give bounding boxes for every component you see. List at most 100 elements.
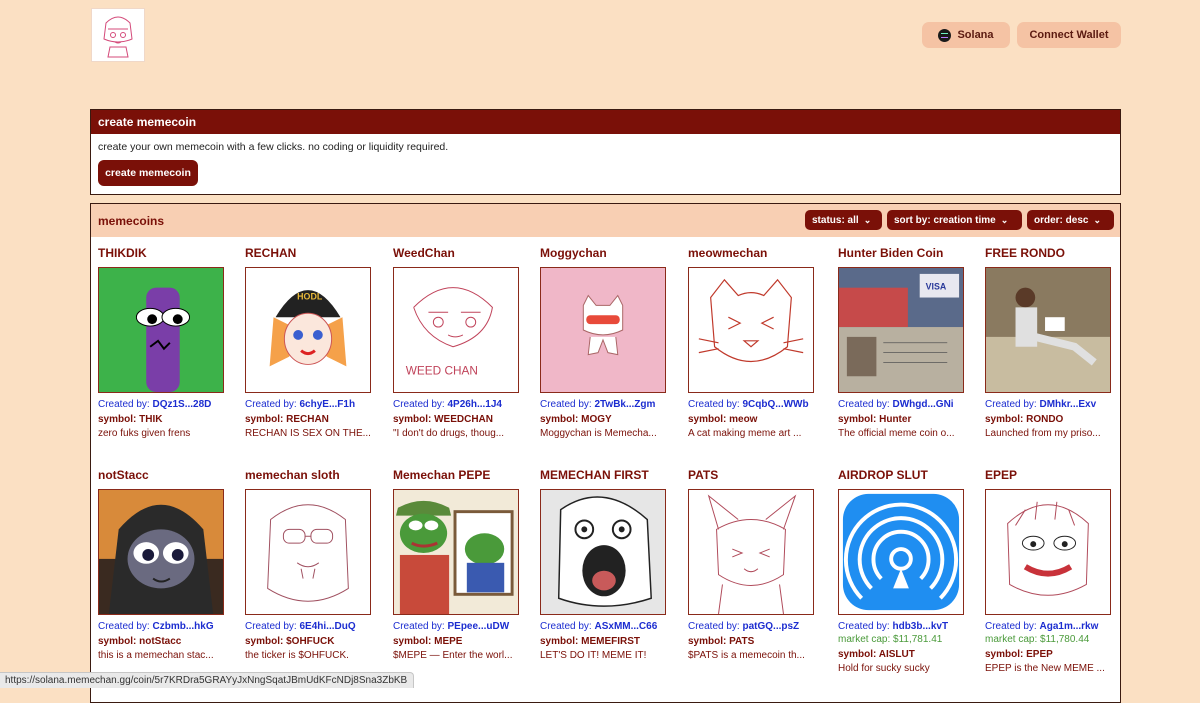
coin-name[interactable]: notStacc <box>98 468 233 482</box>
coin-image[interactable]: VISA <box>838 267 964 393</box>
creator-prefix: Created by: <box>985 621 1037 632</box>
creator-address-link[interactable]: 9CqbQ...WWb <box>742 399 808 410</box>
coin-creator: Created by: 2TwBk...Zgm <box>540 399 675 410</box>
site-logo[interactable] <box>91 8 145 62</box>
coin-name[interactable]: WeedChan <box>393 246 528 260</box>
coin-name[interactable]: RECHAN <box>245 246 380 260</box>
creator-address-link[interactable]: ASxMM...C66 <box>594 621 657 632</box>
creator-prefix: Created by: <box>98 621 150 632</box>
coin-image[interactable] <box>98 267 224 393</box>
creator-address-link[interactable]: 4P26h...1J4 <box>447 399 501 410</box>
status-filter-dropdown[interactable]: status: all ⌄ <box>805 210 882 230</box>
coin-card[interactable]: FREE RONDO Created by: DMhkr...Exv symbol:… <box>985 246 1120 439</box>
coin-name[interactable]: AIRDROP SLUT <box>838 468 973 482</box>
coin-card[interactable]: MEMECHAN FIRST Created by: ASxMM...C66 sym… <box>540 468 675 661</box>
network-label: Solana <box>957 29 994 41</box>
coin-image[interactable] <box>985 489 1111 615</box>
coin-symbol: symbol: PATS <box>688 636 755 647</box>
coin-description: LET'S DO IT! MEME IT! <box>540 650 647 661</box>
chevron-down-icon: ⌄ <box>1093 214 1102 225</box>
creator-address-link[interactable]: hdb3b...kvT <box>892 621 948 632</box>
coin-card[interactable]: memechan sloth Created by: 6E4hi...DuQ sym… <box>245 468 380 661</box>
chevron-down-icon: ⌄ <box>1000 214 1009 225</box>
creator-address-link[interactable]: 6chyE...F1h <box>299 399 355 410</box>
coin-card[interactable]: Hunter Biden Coin VISA Created by: DWhgd..… <box>838 246 973 439</box>
coin-symbol: symbol: MOGY <box>540 414 612 425</box>
coin-image[interactable] <box>98 489 224 615</box>
connect-wallet-label: Connect Wallet <box>1029 29 1109 41</box>
coin-creator: Created by: 6E4hi...DuQ <box>245 621 380 632</box>
coin-creator: Created by: DWhgd...GNi <box>838 399 973 410</box>
create-memecoin-button[interactable]: create memecoin <box>98 160 198 186</box>
coin-card[interactable]: Moggychan Created by: 2TwBk...Zgm symbol: … <box>540 246 675 439</box>
creator-address-link[interactable]: DWhgd...GNi <box>892 399 953 410</box>
coin-market-cap: market cap: $11,781.41 <box>838 634 943 645</box>
creator-prefix: Created by: <box>393 399 445 410</box>
status-bar-url: https://solana.memechan.gg/coin/5r7KRDra… <box>0 672 415 688</box>
coin-card[interactable]: EPEP Created by: Aga1m...rkw market cap: $… <box>985 468 1120 674</box>
coin-name[interactable]: memechan sloth <box>245 468 380 482</box>
creator-address-link[interactable]: Aga1m...rkw <box>1039 621 1098 632</box>
coin-image[interactable] <box>393 489 519 615</box>
creator-address-link[interactable]: 6E4hi...DuQ <box>299 621 355 632</box>
coin-image[interactable] <box>245 489 371 615</box>
coin-name[interactable]: Moggychan <box>540 246 675 260</box>
creator-prefix: Created by: <box>245 621 297 632</box>
coin-card[interactable]: WeedChan WEED CHAN Created by: 4P26h...1J4… <box>393 246 528 439</box>
coin-image[interactable] <box>688 489 814 615</box>
coin-name[interactable]: PATS <box>688 468 823 482</box>
coin-name[interactable]: THIKDIK <box>98 246 233 260</box>
coin-name[interactable]: MEMECHAN FIRST <box>540 468 675 482</box>
coin-symbol: symbol: RONDO <box>985 414 1064 425</box>
coin-name[interactable]: meowmechan <box>688 246 823 260</box>
coin-name[interactable]: Memechan PEPE <box>393 468 528 482</box>
coin-symbol: symbol: RECHAN <box>245 414 329 425</box>
network-selector[interactable]: Solana <box>922 22 1010 48</box>
top-bar: Solana Connect Wallet <box>0 0 1200 70</box>
sort-dropdown[interactable]: sort by: creation time ⌄ <box>887 210 1022 230</box>
coin-symbol: symbol: MEMEFIRST <box>540 636 641 647</box>
coin-description: this is a memechan stac... <box>98 650 214 661</box>
memecoins-title: memecoins <box>98 214 165 228</box>
coin-image[interactable] <box>540 489 666 615</box>
coin-card[interactable]: notStacc Created by: Czbmb...hkG symbol: n… <box>98 468 233 661</box>
creator-prefix: Created by: <box>540 621 592 632</box>
creator-address-link[interactable]: 2TwBk...Zgm <box>594 399 655 410</box>
coin-creator: Created by: DMhkr...Exv <box>985 399 1120 410</box>
coin-image[interactable] <box>985 267 1111 393</box>
coin-market-cap: market cap: $11,780.44 <box>985 634 1090 645</box>
coin-image[interactable]: HODL <box>245 267 371 393</box>
coin-name[interactable]: Hunter Biden Coin <box>838 246 973 260</box>
coin-card[interactable]: THIKDIK Created by: DQz1S...28D symbol: TH… <box>98 246 233 439</box>
creator-address-link[interactable]: patGQ...psZ <box>742 621 799 632</box>
coin-image[interactable]: WEED CHAN <box>393 267 519 393</box>
coin-image[interactable] <box>540 267 666 393</box>
coin-card[interactable]: PATS Created by: patGQ...psZ symbol: PATS $… <box>688 468 823 661</box>
order-dropdown[interactable]: order: desc ⌄ <box>1027 210 1114 230</box>
coin-image[interactable] <box>838 489 964 615</box>
creator-prefix: Created by: <box>540 399 592 410</box>
coin-card[interactable]: Memechan PEPE Created by: PEpee...uDW symb… <box>393 468 528 661</box>
creator-address-link[interactable]: DQz1S...28D <box>152 399 211 410</box>
create-panel-description: create your own memecoin with a few clic… <box>98 141 449 153</box>
coin-creator: Created by: ASxMM...C66 <box>540 621 675 632</box>
coin-description: the ticker is $OHFUCK. <box>245 650 349 661</box>
connect-wallet-button[interactable]: Connect Wallet <box>1017 22 1121 48</box>
coin-card[interactable]: RECHAN HODL Created by: 6chyE...F1h symbol:… <box>245 246 380 439</box>
creator-address-link[interactable]: PEpee...uDW <box>447 621 509 632</box>
coin-card[interactable]: meowmechan Created by: 9CqbQ...WWb symbol:… <box>688 246 823 439</box>
coin-name[interactable]: FREE RONDO <box>985 246 1120 260</box>
coin-description: $MEPE — Enter the worl... <box>393 650 513 661</box>
sort-label: sort by: creation time <box>894 214 996 226</box>
coin-name[interactable]: EPEP <box>985 468 1120 482</box>
creator-address-link[interactable]: DMhkr...Exv <box>1039 399 1096 410</box>
coin-card[interactable]: AIRDROP SLUT Created by: hdb3b...kvT marke… <box>838 468 973 674</box>
creator-address-link[interactable]: Czbmb...hkG <box>152 621 213 632</box>
coin-creator: Created by: 6chyE...F1h <box>245 399 380 410</box>
coin-image[interactable] <box>688 267 814 393</box>
solana-icon <box>938 28 952 42</box>
status-filter-label: status: all <box>812 214 859 226</box>
creator-prefix: Created by: <box>985 399 1037 410</box>
coin-description: The official meme coin o... <box>838 428 955 439</box>
creator-prefix: Created by: <box>98 399 150 410</box>
